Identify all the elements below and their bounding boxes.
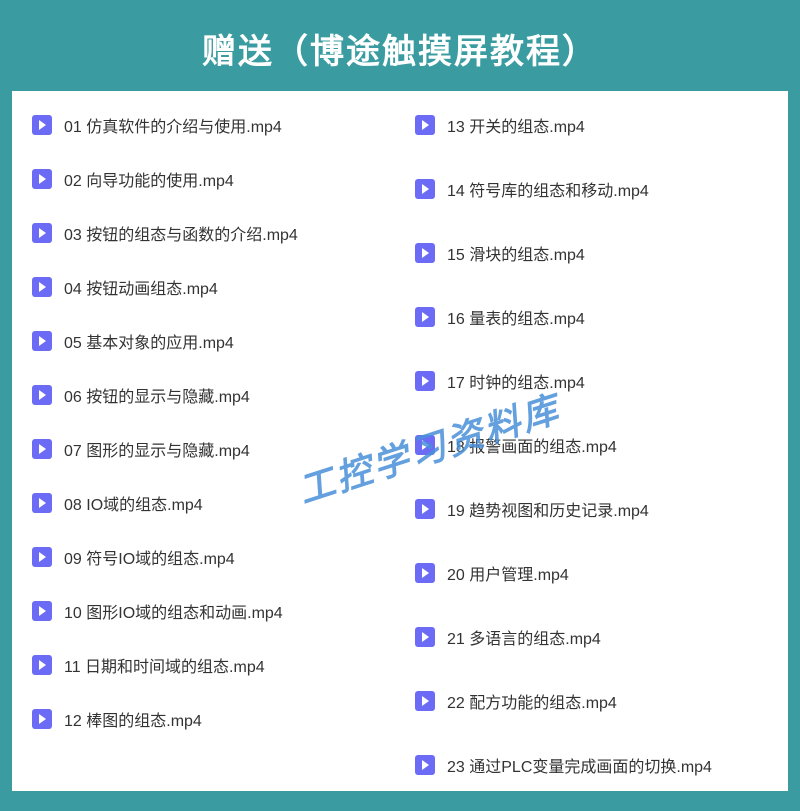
file-columns: 01 仿真软件的介绍与使用.mp4 02 向导功能的使用.mp4 03 按钮的组态与…	[22, 107, 778, 811]
video-file-icon	[415, 371, 435, 391]
page-title: 赠送（博途触摸屏教程）	[12, 24, 788, 73]
file-item[interactable]: 17 时钟的组态.mp4	[415, 363, 778, 399]
file-item[interactable]: 12 棒图的组态.mp4	[32, 701, 395, 737]
video-file-icon	[415, 179, 435, 199]
video-file-icon	[415, 115, 435, 135]
file-name-label: 02 向导功能的使用.mp4	[64, 167, 234, 191]
file-item[interactable]: 13 开关的组态.mp4	[415, 107, 778, 143]
file-column-left: 01 仿真软件的介绍与使用.mp4 02 向导功能的使用.mp4 03 按钮的组态与…	[22, 107, 395, 811]
video-file-icon	[32, 655, 52, 675]
file-name-label: 05 基本对象的应用.mp4	[64, 329, 234, 353]
video-file-icon	[415, 243, 435, 263]
video-file-icon	[415, 435, 435, 455]
file-item[interactable]: 07 图形的显示与隐藏.mp4	[32, 431, 395, 467]
header: 赠送（博途触摸屏教程）	[12, 12, 788, 91]
file-item[interactable]: 18 报警画面的组态.mp4	[415, 427, 778, 463]
file-name-label: 07 图形的显示与隐藏.mp4	[64, 437, 250, 461]
video-file-icon	[415, 755, 435, 775]
file-name-label: 19 趋势视图和历史记录.mp4	[447, 497, 649, 521]
file-item[interactable]: 23 通过PLC变量完成画面的切换.mp4	[415, 747, 778, 783]
video-file-icon	[415, 307, 435, 327]
file-name-label: 17 时钟的组态.mp4	[447, 369, 585, 393]
file-name-label: 03 按钮的组态与函数的介绍.mp4	[64, 221, 298, 245]
file-name-label: 01 仿真软件的介绍与使用.mp4	[64, 113, 282, 137]
file-item[interactable]: 20 用户管理.mp4	[415, 555, 778, 591]
file-item[interactable]: 14 符号库的组态和移动.mp4	[415, 171, 778, 207]
video-file-icon	[32, 493, 52, 513]
video-file-icon	[415, 627, 435, 647]
video-file-icon	[32, 385, 52, 405]
file-name-label: 15 滑块的组态.mp4	[447, 241, 585, 265]
file-name-label: 20 用户管理.mp4	[447, 561, 569, 585]
file-name-label: 16 量表的组态.mp4	[447, 305, 585, 329]
file-item[interactable]: 10 图形IO域的组态和动画.mp4	[32, 593, 395, 629]
video-file-icon	[32, 223, 52, 243]
file-item[interactable]: 05 基本对象的应用.mp4	[32, 323, 395, 359]
file-item[interactable]: 02 向导功能的使用.mp4	[32, 161, 395, 197]
file-item[interactable]: 09 符号IO域的组态.mp4	[32, 539, 395, 575]
file-name-label: 23 通过PLC变量完成画面的切换.mp4	[447, 753, 712, 777]
file-name-label: 12 棒图的组态.mp4	[64, 707, 202, 731]
file-item[interactable]: 19 趋势视图和历史记录.mp4	[415, 491, 778, 527]
video-file-icon	[415, 691, 435, 711]
video-file-icon	[32, 547, 52, 567]
file-name-label: 13 开关的组态.mp4	[447, 113, 585, 137]
video-file-icon	[32, 331, 52, 351]
video-file-icon	[415, 563, 435, 583]
file-column-right: 13 开关的组态.mp4 14 符号库的组态和移动.mp4 15 滑块的组态.mp4…	[395, 107, 778, 811]
file-name-label: 11 日期和时间域的组态.mp4	[64, 653, 265, 677]
file-item[interactable]: 03 按钮的组态与函数的介绍.mp4	[32, 215, 395, 251]
file-name-label: 09 符号IO域的组态.mp4	[64, 545, 235, 569]
file-name-label: 10 图形IO域的组态和动画.mp4	[64, 599, 283, 623]
file-item[interactable]: 15 滑块的组态.mp4	[415, 235, 778, 271]
file-item[interactable]: 06 按钮的显示与隐藏.mp4	[32, 377, 395, 413]
file-name-label: 21 多语言的组态.mp4	[447, 625, 601, 649]
video-file-icon	[415, 499, 435, 519]
content-area: 01 仿真软件的介绍与使用.mp4 02 向导功能的使用.mp4 03 按钮的组态与…	[12, 91, 788, 791]
video-file-icon	[32, 115, 52, 135]
video-file-icon	[32, 601, 52, 621]
file-item[interactable]: 11 日期和时间域的组态.mp4	[32, 647, 395, 683]
file-name-label: 08 IO域的组态.mp4	[64, 491, 203, 515]
file-item[interactable]: 22 配方功能的组态.mp4	[415, 683, 778, 719]
video-file-icon	[32, 169, 52, 189]
file-name-label: 04 按钮动画组态.mp4	[64, 275, 218, 299]
video-file-icon	[32, 439, 52, 459]
video-file-icon	[32, 709, 52, 729]
file-item[interactable]: 01 仿真软件的介绍与使用.mp4	[32, 107, 395, 143]
file-name-label: 18 报警画面的组态.mp4	[447, 433, 617, 457]
file-name-label: 06 按钮的显示与隐藏.mp4	[64, 383, 250, 407]
file-item[interactable]: 08 IO域的组态.mp4	[32, 485, 395, 521]
file-item[interactable]: 16 量表的组态.mp4	[415, 299, 778, 335]
video-file-icon	[32, 277, 52, 297]
file-item[interactable]: 21 多语言的组态.mp4	[415, 619, 778, 655]
file-name-label: 22 配方功能的组态.mp4	[447, 689, 617, 713]
file-name-label: 14 符号库的组态和移动.mp4	[447, 177, 649, 201]
file-item[interactable]: 04 按钮动画组态.mp4	[32, 269, 395, 305]
